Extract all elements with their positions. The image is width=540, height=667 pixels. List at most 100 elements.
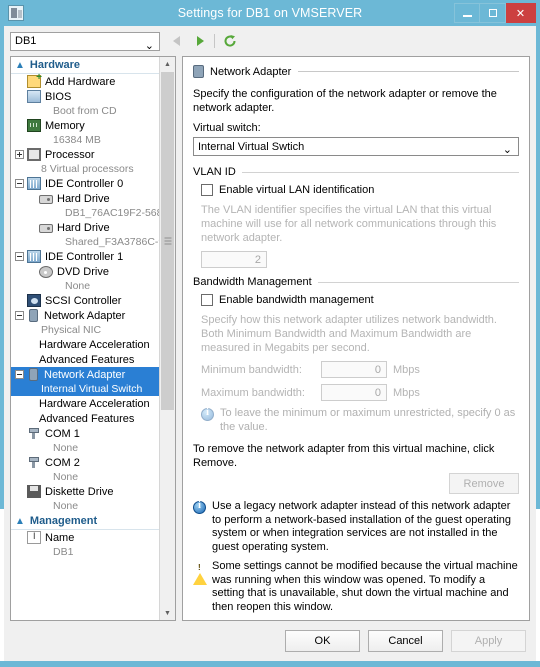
refresh-button[interactable] xyxy=(221,32,239,50)
memory-icon xyxy=(27,119,41,132)
virtual-switch-select[interactable]: Internal Virtual Swtich ⌄ xyxy=(193,137,519,156)
tree-item-label: BIOS xyxy=(45,90,72,103)
panel-description: Specify the configuration of the network… xyxy=(193,88,497,114)
minimize-icon xyxy=(462,15,472,17)
back-button[interactable] xyxy=(168,32,186,50)
toolbar-separator xyxy=(214,34,215,48)
tree-item[interactable]: Diskette Drive xyxy=(11,484,159,499)
tree-item[interactable]: Hardware Acceleration xyxy=(11,337,159,352)
dialog-footer: OK Cancel Apply xyxy=(4,621,536,661)
forward-arrow-icon xyxy=(196,36,204,46)
apply-button[interactable]: Apply xyxy=(451,630,526,652)
remove-instruction: To remove the network adapter from this … xyxy=(193,443,495,469)
navigation-buttons xyxy=(168,32,239,50)
tree-item[interactable]: Advanced Features xyxy=(11,352,159,367)
collapse-icon[interactable] xyxy=(15,252,24,261)
tree-item[interactable]: Hardware Acceleration xyxy=(11,396,159,411)
tree-item-label: Hard Drive xyxy=(57,192,110,205)
tree-item[interactable]: Hard Drive xyxy=(11,191,159,206)
enable-vlan-checkbox[interactable] xyxy=(201,184,213,196)
tree-item[interactable]: Name xyxy=(11,530,159,545)
tree-item-label: Advanced Features xyxy=(39,412,135,425)
tree-item-label: DVD Drive xyxy=(57,265,109,278)
ok-button[interactable]: OK xyxy=(285,630,360,652)
scrollbar-grip xyxy=(164,237,171,245)
tree-item[interactable]: SCSI Controller xyxy=(11,293,159,308)
tree-item-sublabel: DB1 xyxy=(53,546,74,558)
tree-group-hardware[interactable]: ▲ Hardware xyxy=(11,57,159,74)
chevron-down-icon: ⌄ xyxy=(144,39,154,52)
vlan-help-text: The VLAN identifier specifies the virtua… xyxy=(201,204,497,244)
bandwidth-note: To leave the minimum or maximum unrestri… xyxy=(201,407,519,434)
tree-item[interactable]: BIOS xyxy=(11,89,159,104)
tree-item-sublabel: Physical NIC xyxy=(41,324,102,336)
bandwidth-group-rule xyxy=(317,281,519,283)
vlan-group-header: VLAN ID xyxy=(193,166,519,178)
tree-item-label: IDE Controller 0 xyxy=(45,177,124,190)
apply-label: Apply xyxy=(474,635,503,647)
collapse-icon: ▲ xyxy=(15,59,25,71)
tree-item-label: Name xyxy=(45,531,75,544)
network-adapter-icon xyxy=(29,368,38,381)
vm-running-warning: Some settings cannot be modified because… xyxy=(193,560,519,614)
remove-button[interactable]: Remove xyxy=(449,473,519,494)
collapse-icon: ▲ xyxy=(15,515,25,527)
tree-item-label: COM 2 xyxy=(45,456,80,469)
tree-item[interactable]: Memory xyxy=(11,118,159,133)
com-port-icon xyxy=(27,427,41,440)
maximize-button[interactable] xyxy=(480,3,506,23)
tree-item-label: Add Hardware xyxy=(45,75,116,88)
scroll-down-button[interactable]: ▼ xyxy=(160,606,175,620)
tree-item-label: Network Adapter xyxy=(44,309,126,322)
tree-item[interactable]: IDE Controller 0 xyxy=(11,176,159,191)
bandwidth-group-body: Enable bandwidth management Specify how … xyxy=(193,294,519,434)
vm-selector[interactable]: DB1 ⌄ xyxy=(10,31,160,52)
scroll-up-button[interactable]: ▲ xyxy=(160,57,175,71)
maximum-bandwidth-input[interactable]: 0 xyxy=(321,384,387,401)
tree-group-management[interactable]: ▲ Management xyxy=(11,513,159,530)
tree-item[interactable]: Add Hardware xyxy=(11,72,159,89)
collapse-icon[interactable] xyxy=(15,311,24,320)
minimize-button[interactable] xyxy=(454,3,480,23)
processor-icon xyxy=(27,148,41,161)
tree-item[interactable]: IDE Controller 1 xyxy=(11,249,159,264)
panel-title: Network Adapter xyxy=(210,65,292,78)
tree-item-label: Memory xyxy=(45,119,85,132)
settings-window: Settings for DB1 on VMSERVER ✕ DB1 ⌄ ▲ H… xyxy=(0,0,540,667)
close-button[interactable]: ✕ xyxy=(506,3,536,23)
tree-item[interactable]: Advanced Features xyxy=(11,411,159,426)
tree-item[interactable]: Processor xyxy=(11,147,159,162)
tree-item-label: Processor xyxy=(45,148,95,161)
tree-item[interactable]: DVD Drive xyxy=(11,264,159,279)
refresh-icon xyxy=(224,35,236,47)
com-port-icon xyxy=(27,456,41,469)
enable-bandwidth-row[interactable]: Enable bandwidth management xyxy=(201,294,519,306)
minimum-bandwidth-input[interactable]: 0 xyxy=(321,361,387,378)
vm-running-warning-text: Some settings cannot be modified because… xyxy=(212,560,518,613)
cancel-button[interactable]: Cancel xyxy=(368,630,443,652)
vlan-id-input[interactable]: 2 xyxy=(201,251,267,268)
tree-item[interactable]: Hard Drive xyxy=(11,220,159,235)
tree-item[interactable]: Network Adapter xyxy=(11,367,159,382)
tree-item[interactable]: Network Adapter xyxy=(11,308,159,323)
bandwidth-group: Bandwidth Management Enable bandwidth ma… xyxy=(193,276,519,434)
ide-controller-icon xyxy=(27,250,41,263)
tree-scrollbar[interactable]: ▲ ▼ xyxy=(159,57,175,620)
collapse-icon[interactable] xyxy=(15,179,24,188)
hard-drive-icon xyxy=(39,195,53,204)
scrollbar-thumb[interactable] xyxy=(161,72,174,410)
vlan-group-rule xyxy=(241,171,519,173)
back-arrow-icon xyxy=(172,36,180,46)
enable-bandwidth-checkbox[interactable] xyxy=(201,294,213,306)
tree-group-label: Hardware xyxy=(29,59,81,71)
tree-item[interactable]: COM 1 xyxy=(11,426,159,441)
expand-icon[interactable] xyxy=(15,150,24,159)
minimum-bandwidth-label: Minimum bandwidth: xyxy=(201,363,302,376)
minimum-bandwidth-row: Minimum bandwidth: 0 Mbps xyxy=(201,361,519,378)
enable-vlan-row[interactable]: Enable virtual LAN identification xyxy=(201,184,519,196)
forward-button[interactable] xyxy=(190,32,208,50)
ide-controller-icon xyxy=(27,177,41,190)
collapse-icon[interactable] xyxy=(15,370,24,379)
tree-item[interactable]: COM 2 xyxy=(11,455,159,470)
tree-item-sublabel: None xyxy=(53,471,79,483)
